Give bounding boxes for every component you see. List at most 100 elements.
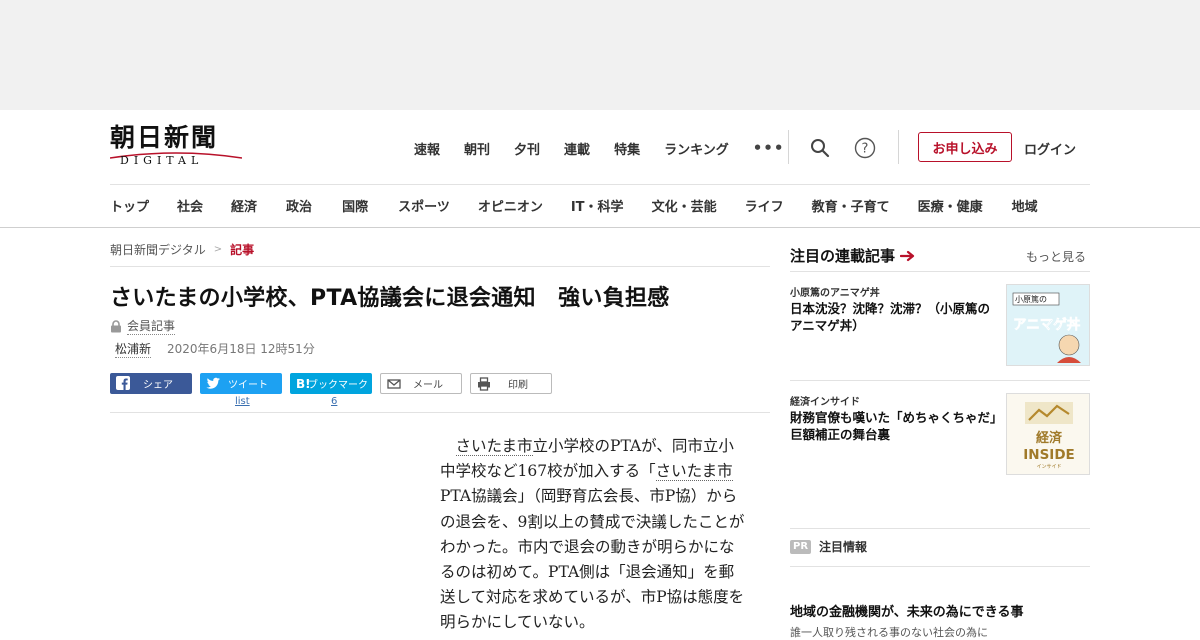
- mail-share-button[interactable]: メール: [380, 373, 462, 394]
- cat-keizai[interactable]: 経済: [231, 196, 257, 215]
- svg-text:?: ?: [862, 142, 869, 157]
- article-body: さいたま市立小学校のPTAが、同市立小中学校など167校が加入する「さいたま市P…: [440, 434, 745, 636]
- twitter-share-label: ツイート: [228, 380, 268, 391]
- share-bar: シェア ツイート B! ブックマーク メール 印刷: [110, 373, 560, 394]
- series-headline[interactable]: 財務官僚も嘆いた「めちゃくちゃだ」 巨額補正の舞台裏: [790, 409, 1009, 443]
- twitter-count-link[interactable]: list: [235, 396, 250, 407]
- facebook-icon: [116, 376, 130, 390]
- top-nav: 速報 朝刊 夕刊 連載 特集 ランキング •••: [414, 136, 784, 160]
- cat-shakai[interactable]: 社会: [177, 196, 203, 215]
- breadcrumb-home[interactable]: 朝日新聞デジタル: [110, 241, 206, 258]
- thumb-small-text: インサイド: [1036, 464, 1061, 470]
- member-badge: 会員記事: [110, 317, 176, 335]
- help-button[interactable]: ?: [853, 136, 877, 160]
- login-link[interactable]: ログイン: [1024, 139, 1076, 158]
- sidebar-line: [790, 271, 1090, 272]
- cat-opinion[interactable]: オピニオン: [478, 196, 543, 215]
- keizai-inside-thumbnail-image: 経済 INSIDE インサイド: [1007, 394, 1089, 474]
- byline: 松浦新 2020年6月18日 12時51分: [115, 340, 315, 358]
- sidebar-line: [790, 380, 1090, 381]
- facebook-share-label: シェア: [143, 380, 173, 391]
- member-label[interactable]: 会員記事: [127, 317, 176, 335]
- keyword-link-saitama[interactable]: さいたま市: [455, 437, 533, 456]
- nav-choukan[interactable]: 朝刊: [464, 139, 490, 158]
- nav-tokushu[interactable]: 特集: [614, 139, 640, 158]
- series-category: 経済インサイド: [790, 397, 860, 408]
- search-button[interactable]: [808, 136, 832, 160]
- mail-share-label: メール: [413, 380, 443, 391]
- cat-kokusai[interactable]: 国際: [342, 196, 368, 215]
- featured-series-title: 注目の連載記事: [790, 247, 896, 265]
- pr-article-title[interactable]: 地域の金融機関が、未来の為にできる事: [790, 601, 1023, 620]
- cat-top[interactable]: トップ: [110, 196, 149, 215]
- nav-yukan[interactable]: 夕刊: [514, 139, 540, 158]
- header-divider: [898, 130, 899, 164]
- asahi-logo[interactable]: 朝日新聞 DIGITAL: [110, 124, 242, 170]
- logo-sub-text: DIGITAL: [120, 154, 204, 167]
- cat-seiji[interactable]: 政治: [286, 196, 312, 215]
- twitter-icon: [206, 377, 220, 389]
- breadcrumb: 朝日新聞デジタル > 記事: [110, 241, 254, 258]
- sidebar-line: [790, 528, 1090, 529]
- nav-rensai[interactable]: 連載: [564, 139, 590, 158]
- thumb-big-text: アニマゲ丼: [1013, 316, 1081, 333]
- author-link[interactable]: 松浦新: [115, 340, 152, 358]
- header-divider: [788, 130, 789, 164]
- series-card[interactable]: 経済インサイド 財務官僚も嘆いた「めちゃくちゃだ」 巨額補正の舞台裏 経済 IN…: [790, 393, 1090, 477]
- animage-thumbnail-image: 小原篤の アニマゲ丼: [1007, 285, 1089, 365]
- thumb-label: 小原篤の: [1015, 294, 1047, 304]
- print-button[interactable]: 印刷: [470, 373, 552, 394]
- thumb-big-text: INSIDE: [1023, 447, 1075, 463]
- hatena-bookmark-label: ブックマーク: [308, 380, 368, 391]
- series-category: 小原篤のアニマゲ丼: [790, 288, 880, 299]
- featured-series-heading[interactable]: 注目の連載記事: [790, 245, 916, 266]
- cat-life[interactable]: ライフ: [745, 196, 784, 215]
- series-thumbnail[interactable]: 小原篤の アニマゲ丼: [1006, 284, 1090, 366]
- breadcrumb-line: [110, 266, 770, 267]
- pr-heading-text: 注目情報: [819, 540, 868, 554]
- more-link[interactable]: もっと見る: [1026, 248, 1086, 265]
- cat-health[interactable]: 医療・健康: [918, 196, 983, 215]
- article-title: さいたまの小学校、PTA協議会に退会通知 強い負担感: [110, 286, 670, 311]
- category-nav: トップ 社会 経済 政治 国際 スポーツ オピニオン IT・科学 文化・芸能 ラ…: [110, 196, 1038, 215]
- breadcrumb-current: 記事: [230, 243, 255, 257]
- facebook-share-button[interactable]: シェア: [110, 373, 192, 394]
- keyword-link-saitama-2[interactable]: さいたま市: [655, 462, 733, 482]
- twitter-share-button[interactable]: ツイート: [200, 373, 282, 394]
- series-thumbnail[interactable]: 経済 INSIDE インサイド: [1006, 393, 1090, 475]
- nav-sokuho[interactable]: 速報: [414, 139, 440, 158]
- cat-education[interactable]: 教育・子育て: [812, 196, 890, 215]
- breadcrumb-separator: >: [213, 244, 223, 255]
- lock-icon: [111, 319, 121, 332]
- help-icon: ?: [854, 137, 876, 159]
- arrow-right-icon: [900, 250, 915, 261]
- body-text-2: PTA協議会」（岡野育広会長、市P協）からの退会を、9割以上の賛成で決議したこと…: [440, 487, 745, 632]
- ad-banner: [0, 0, 1200, 110]
- series-card[interactable]: 小原篤のアニマゲ丼 日本沈没？沈降？沈滞？（小原篤のアニマゲ丼） 小原篤の アニ…: [790, 284, 1090, 368]
- svg-text:B!: B!: [296, 377, 310, 390]
- cat-it-science[interactable]: IT・科学: [571, 196, 624, 215]
- more-menu-icon[interactable]: •••: [753, 139, 785, 157]
- pr-badge: PR: [790, 539, 812, 554]
- nav-ranking[interactable]: ランキング: [664, 139, 729, 158]
- pr-article-subtitle[interactable]: 誰一人取り残される事のない社会の為に: [790, 624, 988, 640]
- cat-culture[interactable]: 文化・芸能: [652, 196, 717, 215]
- search-icon: [811, 139, 830, 158]
- article-header-line: [110, 412, 770, 413]
- cat-sports[interactable]: スポーツ: [398, 196, 450, 215]
- mail-icon: [387, 379, 401, 389]
- hatena-count-link[interactable]: 6: [331, 396, 337, 407]
- print-icon: [478, 377, 490, 391]
- publish-date: 2020年6月18日 12時51分: [167, 342, 315, 356]
- nav-bottom-border: [0, 227, 1200, 228]
- series-headline[interactable]: 日本沈没？沈降？沈滞？（小原篤のアニマゲ丼）: [790, 300, 1002, 334]
- cat-region[interactable]: 地域: [1012, 196, 1038, 215]
- print-label: 印刷: [508, 380, 528, 391]
- hatena-bookmark-icon: B!: [296, 377, 310, 390]
- pr-heading: PR 注目情報: [790, 538, 867, 555]
- header-divider-line: [110, 184, 1090, 185]
- signup-button[interactable]: お申し込み: [918, 132, 1012, 162]
- hatena-bookmark-button[interactable]: B! ブックマーク: [290, 373, 372, 394]
- logo-main-text: 朝日新聞: [110, 123, 219, 152]
- sidebar-line: [790, 566, 1090, 567]
